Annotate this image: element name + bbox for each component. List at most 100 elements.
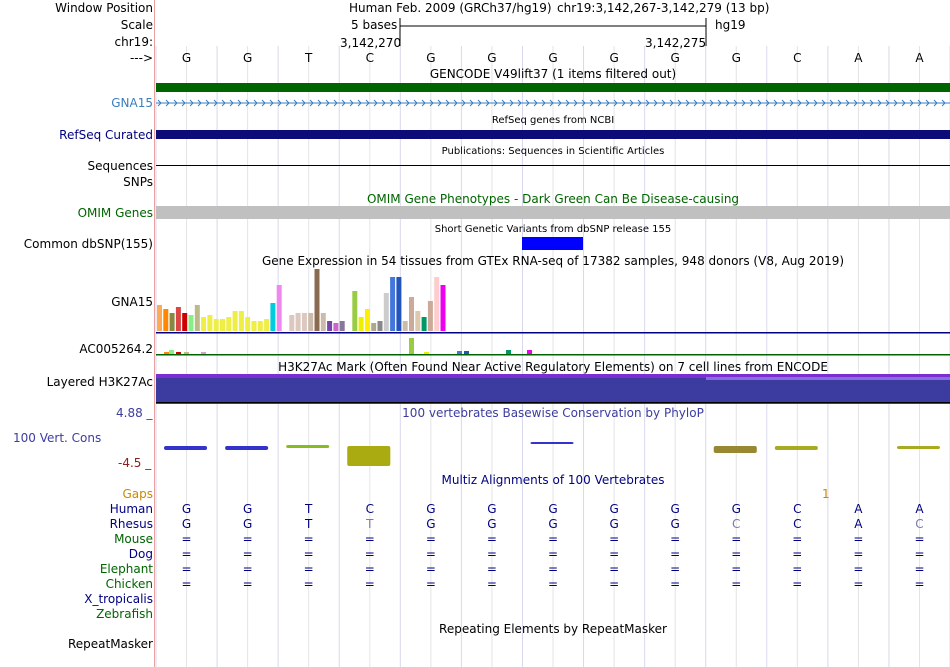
aligned-base: = [609, 577, 620, 591]
refseq-title[interactable]: RefSeq genes from NCBI [156, 114, 950, 128]
aligned-base: = [609, 532, 620, 546]
position-text[interactable]: chr19:3,142,267-3,142,279 (13 bp) [557, 1, 769, 15]
h3k27ac-title[interactable]: H3K27Ac Mark (Often Found Near Active Re… [156, 360, 950, 374]
aligned-base: = [670, 547, 681, 561]
gtex-bar [188, 315, 194, 331]
gencode-title[interactable]: GENCODE V49lift37 (1 items filtered out) [156, 67, 950, 81]
species-label[interactable]: Elephant [100, 562, 153, 576]
aligned-base: = [792, 547, 803, 561]
base-letter: G [731, 51, 741, 65]
aligned-base: = [670, 577, 681, 591]
gtex-bar [427, 301, 433, 331]
aligned-base: = [914, 532, 925, 546]
aligned-base: = [486, 562, 497, 576]
aligned-base: = [853, 532, 864, 546]
species-label[interactable]: Zebrafish [96, 607, 153, 621]
omim-title[interactable]: OMIM Gene Phenotypes - Dark Green Can Be… [156, 192, 950, 206]
aligned-base: = [486, 532, 497, 546]
h3k27ac-signal[interactable] [156, 374, 950, 404]
aligned-base: = [303, 577, 314, 591]
species-label[interactable]: Rhesus [110, 517, 153, 531]
gtex-chart[interactable] [156, 268, 950, 356]
phylop-max: 4.88 _ [116, 406, 153, 420]
aligned-base: = [425, 577, 436, 591]
gtex-gna15-label[interactable]: GNA15 [111, 295, 153, 309]
species-label[interactable]: Mouse [114, 532, 153, 546]
dbsnp-variant[interactable] [522, 237, 583, 250]
aligned-base: = [364, 547, 375, 561]
publications-title[interactable]: Publications: Sequences in Scientific Ar… [156, 145, 950, 159]
assembly-text[interactable]: Human Feb. 2009 (GRCh37/hg19) [349, 1, 552, 15]
aligned-base: G [548, 502, 558, 516]
aligned-base: = [181, 532, 192, 546]
aligned-base: = [792, 562, 803, 576]
repeat-title[interactable]: Repeating Elements by RepeatMasker [156, 622, 950, 636]
publications-line[interactable] [156, 165, 950, 166]
aligned-base: C [793, 517, 802, 531]
phylop-title[interactable]: 100 vertebrates Basewise Conservation by… [156, 406, 950, 420]
gtex-bar [257, 321, 263, 331]
gtex-bar [194, 305, 200, 331]
base-letter: T [305, 51, 313, 65]
aligned-base: G [548, 517, 558, 531]
aligned-base: = [670, 562, 681, 576]
h3k27ac-label[interactable]: Layered H3K27Ac [47, 375, 153, 389]
sequences-label[interactable]: Sequences [88, 159, 153, 173]
multiz-title[interactable]: Multiz Alignments of 100 Vertebrates [156, 473, 950, 487]
gtex-ac-bar [506, 350, 511, 354]
aligned-base: = [425, 547, 436, 561]
gtex-bar [371, 323, 377, 331]
scale-text: 5 bases [351, 18, 398, 32]
gtex-bar [314, 269, 320, 331]
base-letter: C [793, 51, 802, 65]
aligned-base: G [609, 517, 619, 531]
gtex-bar [238, 311, 244, 331]
gtex-bar [232, 311, 238, 331]
arrow-label: ---> [129, 51, 153, 65]
phylop-glyph [713, 446, 757, 453]
gtex-bar [301, 313, 307, 331]
dbsnp-label[interactable]: Common dbSNP(155) [24, 237, 153, 251]
snps-label[interactable]: SNPs [123, 175, 153, 189]
base-letter: G [670, 51, 680, 65]
base-letter: G [242, 51, 253, 65]
species-label[interactable]: Dog [129, 547, 153, 561]
aligned-base: = [547, 547, 559, 561]
aligned-base: = [853, 577, 864, 591]
gtex-ac-label[interactable]: AC005264.2 [79, 342, 153, 356]
gtex-bar [175, 307, 181, 331]
species-label[interactable]: Chicken [106, 577, 153, 591]
gtex-bar [415, 311, 421, 331]
repeat-label[interactable]: RepeatMasker [68, 637, 153, 651]
dbsnp-title[interactable]: Short Genetic Variants from dbSNP releas… [156, 223, 950, 237]
aligned-base: = [670, 532, 681, 546]
species-label[interactable]: X_tropicalis [84, 592, 153, 606]
label-divider [154, 0, 155, 667]
gtex-title[interactable]: Gene Expression in 54 tissues from GTEx … [156, 254, 950, 268]
omim-feature[interactable] [156, 206, 950, 219]
gtex-bar [220, 319, 225, 331]
gtex-bar [213, 319, 219, 331]
gna15-dt-feature[interactable] [156, 83, 950, 92]
gtex-bar [157, 305, 162, 331]
aligned-base: = [181, 577, 192, 591]
coord-left: 3,142,270 [340, 36, 402, 50]
gtex-bar [421, 317, 427, 331]
gaps-label[interactable]: Gaps [122, 487, 153, 501]
gna15-transcript[interactable] [156, 97, 950, 109]
gtex-ac-bar [176, 352, 181, 354]
species-label[interactable]: Human [110, 502, 153, 516]
base-letter: G [181, 51, 192, 65]
gtex-bar [308, 313, 314, 331]
aligned-base: = [181, 547, 192, 561]
refseq-feature[interactable] [156, 130, 950, 139]
omim-label[interactable]: OMIM Genes [78, 206, 153, 220]
phylop-logo[interactable] [156, 430, 950, 472]
gtex-bar [276, 285, 282, 331]
refseq-label[interactable]: RefSeq Curated [59, 128, 153, 142]
gencode-gna15-label[interactable]: GNA15 [111, 96, 153, 110]
phylop-label[interactable]: 100 Vert. Cons [13, 431, 101, 445]
gtex-ac-bar [409, 338, 414, 354]
aligned-base: = [731, 547, 742, 561]
gtex-bar [264, 319, 270, 331]
